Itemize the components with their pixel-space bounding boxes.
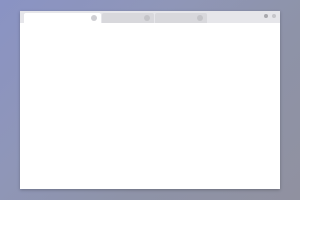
- tab-active[interactable]: [24, 13, 101, 23]
- page-content[interactable]: [20, 23, 280, 189]
- desktop-background: [0, 0, 300, 200]
- browser-window: [20, 11, 280, 189]
- tab-strip: [20, 11, 280, 23]
- minimize-icon[interactable]: [264, 14, 268, 18]
- close-window-icon[interactable]: [272, 14, 276, 18]
- tab-inactive[interactable]: [102, 13, 154, 23]
- window-controls: [264, 14, 276, 18]
- tab-inactive[interactable]: [155, 13, 207, 23]
- close-icon[interactable]: [144, 15, 150, 21]
- close-icon[interactable]: [91, 15, 97, 21]
- close-icon[interactable]: [197, 15, 203, 21]
